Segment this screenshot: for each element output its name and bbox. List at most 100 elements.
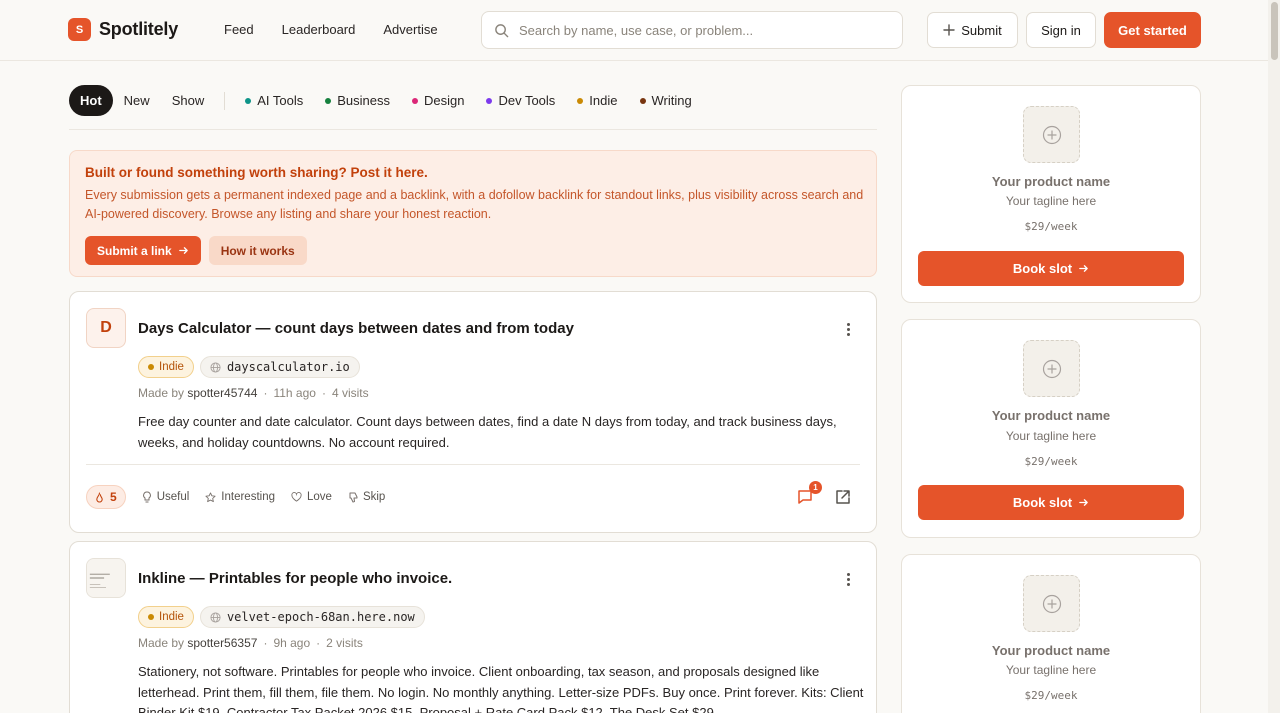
category-tag[interactable]: Indie xyxy=(138,356,194,378)
post-card[interactable]: D Days Calculator — count days between d… xyxy=(69,291,877,533)
react-love-button[interactable]: Love xyxy=(291,491,332,503)
submit-link-label: Submit a link xyxy=(97,243,172,258)
submit-button[interactable]: Submit xyxy=(927,12,1018,48)
more-options-icon[interactable] xyxy=(840,320,856,338)
slot-tagline: Your tagline here xyxy=(1005,429,1097,443)
category-dot-icon xyxy=(486,97,493,104)
domain-label: dayscalculator.io xyxy=(226,360,350,374)
category-dot-icon xyxy=(411,97,418,104)
made-by-label: Made by xyxy=(138,636,185,650)
category-tag[interactable]: Indie xyxy=(138,606,194,628)
category-business[interactable]: Business xyxy=(314,85,401,116)
sign-in-label: Sign in xyxy=(1041,22,1081,38)
category-writing[interactable]: Writing xyxy=(629,85,703,116)
search-icon xyxy=(495,23,509,37)
heart-icon xyxy=(291,492,302,502)
nav-advertise[interactable]: Advertise xyxy=(383,22,437,37)
slot-product-name: Your product name xyxy=(991,643,1111,658)
slot-product-name: Your product name xyxy=(991,408,1111,423)
post-thumbnail xyxy=(86,558,126,598)
logo-mark-icon: S xyxy=(68,18,91,41)
category-label: Business xyxy=(337,93,390,108)
author-link[interactable]: spotter56357 xyxy=(187,636,257,650)
vote-count: 5 xyxy=(110,490,117,504)
banner-actions: Submit a link How it works xyxy=(85,236,861,265)
react-label: Love xyxy=(307,491,332,503)
post-title[interactable]: Days Calculator — count days between dat… xyxy=(138,320,574,337)
react-skip-button[interactable]: Skip xyxy=(348,491,385,503)
external-link-icon[interactable] xyxy=(834,488,852,506)
arrow-right-icon xyxy=(1079,265,1088,272)
react-useful-button[interactable]: Useful xyxy=(142,491,189,503)
category-design[interactable]: Design xyxy=(401,85,475,116)
sponsor-slot: Your product name Your tagline here $29/… xyxy=(901,85,1201,303)
how-it-works-label: How it works xyxy=(220,243,295,258)
flame-icon xyxy=(96,491,103,502)
author-link[interactable]: spotter45744 xyxy=(187,386,257,400)
page-scrollbar[interactable] xyxy=(1268,0,1280,713)
star-icon xyxy=(205,491,216,502)
book-slot-button[interactable]: Book slot xyxy=(918,485,1184,520)
printable-preview-icon xyxy=(87,559,125,597)
lightbulb-icon xyxy=(142,491,151,503)
reaction-bar: 5 Useful Interesting Love Skip xyxy=(86,485,385,509)
nav-feed[interactable]: Feed xyxy=(224,22,254,37)
post-visits: 4 visits xyxy=(331,386,369,400)
react-label: Interesting xyxy=(221,491,275,503)
nav-leaderboard[interactable]: Leaderboard xyxy=(282,22,356,37)
banner-text: Every submission gets a permanent indexe… xyxy=(85,188,864,221)
post-actions: 1 xyxy=(796,481,852,506)
category-label: Dev Tools xyxy=(498,93,556,108)
scrollbar-thumb[interactable] xyxy=(1271,2,1278,60)
arrow-right-icon xyxy=(1079,499,1088,506)
category-dot-icon xyxy=(325,97,332,104)
react-label: Skip xyxy=(362,491,386,503)
filter-divider xyxy=(224,92,226,110)
category-dot-icon xyxy=(639,97,646,104)
add-product-icon xyxy=(1023,575,1080,632)
main-nav: Feed Leaderboard Advertise xyxy=(224,22,438,37)
more-options-icon[interactable] xyxy=(840,570,856,588)
globe-icon xyxy=(210,611,221,623)
sponsor-slot: Your product name Your tagline here $29/… xyxy=(901,554,1201,713)
post-description: Stationery, not software. Printables for… xyxy=(138,664,864,713)
sort-new[interactable]: New xyxy=(113,85,161,116)
sort-hot[interactable]: Hot xyxy=(69,85,113,116)
book-slot-label: Book slot xyxy=(1012,261,1073,276)
globe-icon xyxy=(210,361,221,373)
slot-tagline: Your tagline here xyxy=(1005,194,1097,208)
brand-name: Spotlitely xyxy=(99,19,179,39)
comment-count-badge: 1 xyxy=(809,481,822,494)
category-label: AI Tools xyxy=(257,93,304,108)
post-title[interactable]: Inkline — Printables for people who invo… xyxy=(138,570,452,587)
get-started-label: Get started xyxy=(1118,22,1187,38)
post-meta: Made by spotter56357 · 9h ago · 2 visits xyxy=(138,636,363,650)
comments-button[interactable]: 1 xyxy=(796,481,822,506)
post-meta: Made by spotter45744 · 11h ago · 4 visits xyxy=(138,386,369,400)
category-ai-tools[interactable]: AI Tools xyxy=(234,85,314,116)
category-indie[interactable]: Indie xyxy=(566,85,628,116)
how-it-works-button[interactable]: How it works xyxy=(208,236,307,265)
category-dev-tools[interactable]: Dev Tools xyxy=(475,85,566,116)
book-slot-button[interactable]: Book slot xyxy=(918,251,1184,286)
vote-button[interactable]: 5 xyxy=(86,485,126,509)
search-box[interactable] xyxy=(481,11,903,49)
domain-tag[interactable]: dayscalculator.io xyxy=(199,356,360,378)
search-input[interactable] xyxy=(519,22,879,38)
category-tag-label: Indie xyxy=(159,611,184,623)
domain-tag[interactable]: velvet-epoch-68an.here.now xyxy=(199,606,425,628)
sort-show[interactable]: Show xyxy=(161,85,216,116)
brand-logo[interactable]: S Spotlitely xyxy=(68,18,178,41)
post-card[interactable]: Inkline — Printables for people who invo… xyxy=(69,541,877,713)
category-dot-icon xyxy=(245,97,252,104)
react-interesting-button[interactable]: Interesting xyxy=(205,491,275,503)
share-banner: Built or found something worth sharing? … xyxy=(69,150,877,277)
submit-link-button[interactable]: Submit a link xyxy=(85,236,201,265)
category-dot-icon xyxy=(148,614,154,620)
slot-product-name: Your product name xyxy=(991,174,1111,189)
get-started-button[interactable]: Get started xyxy=(1104,12,1201,48)
sign-in-button[interactable]: Sign in xyxy=(1026,12,1096,48)
category-tag-label: Indie xyxy=(159,361,184,373)
top-header: S Spotlitely Feed Leaderboard Advertise … xyxy=(0,0,1268,61)
post-description: Free day counter and date calculator. Co… xyxy=(138,414,837,450)
